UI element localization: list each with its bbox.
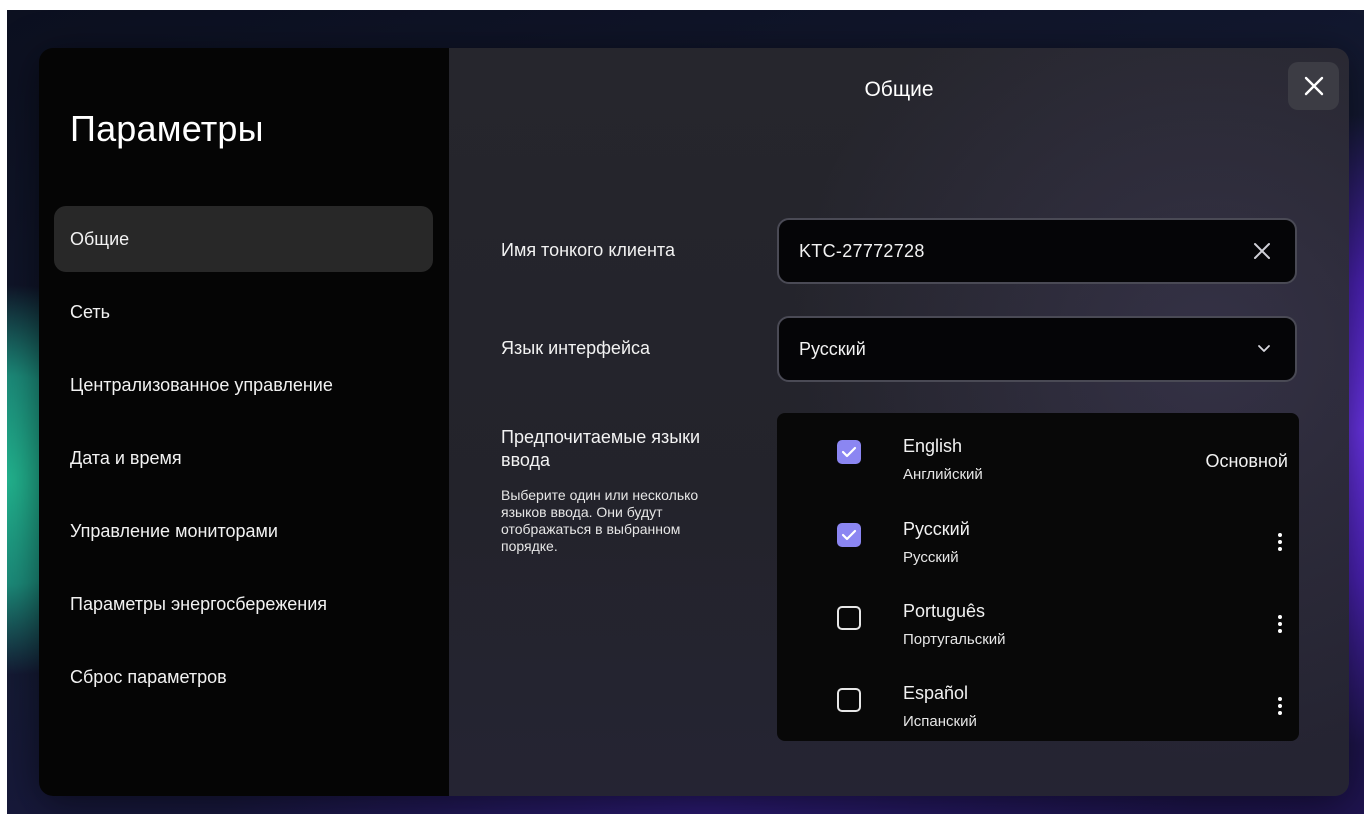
checkbox-portuguese[interactable] [837,606,861,630]
list-item-portuguese: Português Португальский [777,577,1299,659]
settings-panel: Общие Имя тонкого клиента KTC-27772728 Я… [449,48,1349,796]
list-item-english: English Английский Основной [777,413,1299,495]
more-options-icon[interactable] [1275,613,1285,635]
client-name-value: KTC-27772728 [799,240,925,261]
client-name-label: Имя тонкого клиента [501,240,675,260]
checkmark-icon [841,446,857,458]
sidebar-nav: Общие Сеть Централизованное управление Д… [54,206,433,717]
settings-window: Параметры Общие Сеть Централизованное уп… [39,48,1349,796]
language-native-name: Русский [903,549,959,566]
checkbox-english[interactable] [837,440,861,464]
input-languages-help: Выберите один или несколько языков ввода… [501,487,699,554]
ui-language-label: Язык интерфейса [501,338,651,358]
language-name: Español [903,683,969,703]
more-options-icon[interactable] [1275,695,1285,717]
clear-icon[interactable] [1251,240,1273,262]
close-button[interactable] [1288,62,1339,110]
ui-language-value: Русский [799,338,866,359]
language-native-name: Португальский [903,631,1006,648]
sidebar-item-reset[interactable]: Сброс параметров [54,644,433,710]
list-item-russian: Русский Русский [777,495,1299,577]
close-icon [1304,76,1323,96]
client-name-field[interactable]: KTC-27772728 [777,218,1297,284]
chevron-down-icon [1258,345,1270,352]
desktop-background: Параметры Общие Сеть Централизованное уп… [7,10,1364,814]
language-name: Русский [903,519,970,539]
sidebar: Параметры Общие Сеть Централизованное уп… [39,48,449,796]
input-languages-list: English Английский Основной Русский Русс… [777,413,1299,741]
checkbox-russian[interactable] [837,523,861,547]
page-title: Общие [864,78,934,101]
checkbox-spanish[interactable] [837,688,861,712]
sidebar-item-network[interactable]: Сеть [54,279,433,345]
language-native-name: Испанский [903,713,977,730]
more-options-icon[interactable] [1275,531,1285,553]
language-name: Português [903,601,986,621]
input-languages-heading: Предпочитаемые языки ввода [501,427,701,470]
ui-language-select[interactable]: Русский [777,316,1297,382]
sidebar-item-power-saving[interactable]: Параметры энергосбережения [54,571,433,637]
sidebar-item-monitors[interactable]: Управление мониторами [54,498,433,564]
primary-badge: Основной [1205,451,1288,471]
sidebar-item-general[interactable]: Общие [54,206,433,272]
checkmark-icon [841,529,857,541]
sidebar-item-date-time[interactable]: Дата и время [54,425,433,491]
sidebar-item-central-management[interactable]: Централизованное управление [54,352,433,418]
list-item-spanish: Español Испанский [777,659,1299,741]
sidebar-title: Параметры [70,108,264,149]
language-native-name: Английский [903,466,983,483]
language-name: English [903,436,963,456]
